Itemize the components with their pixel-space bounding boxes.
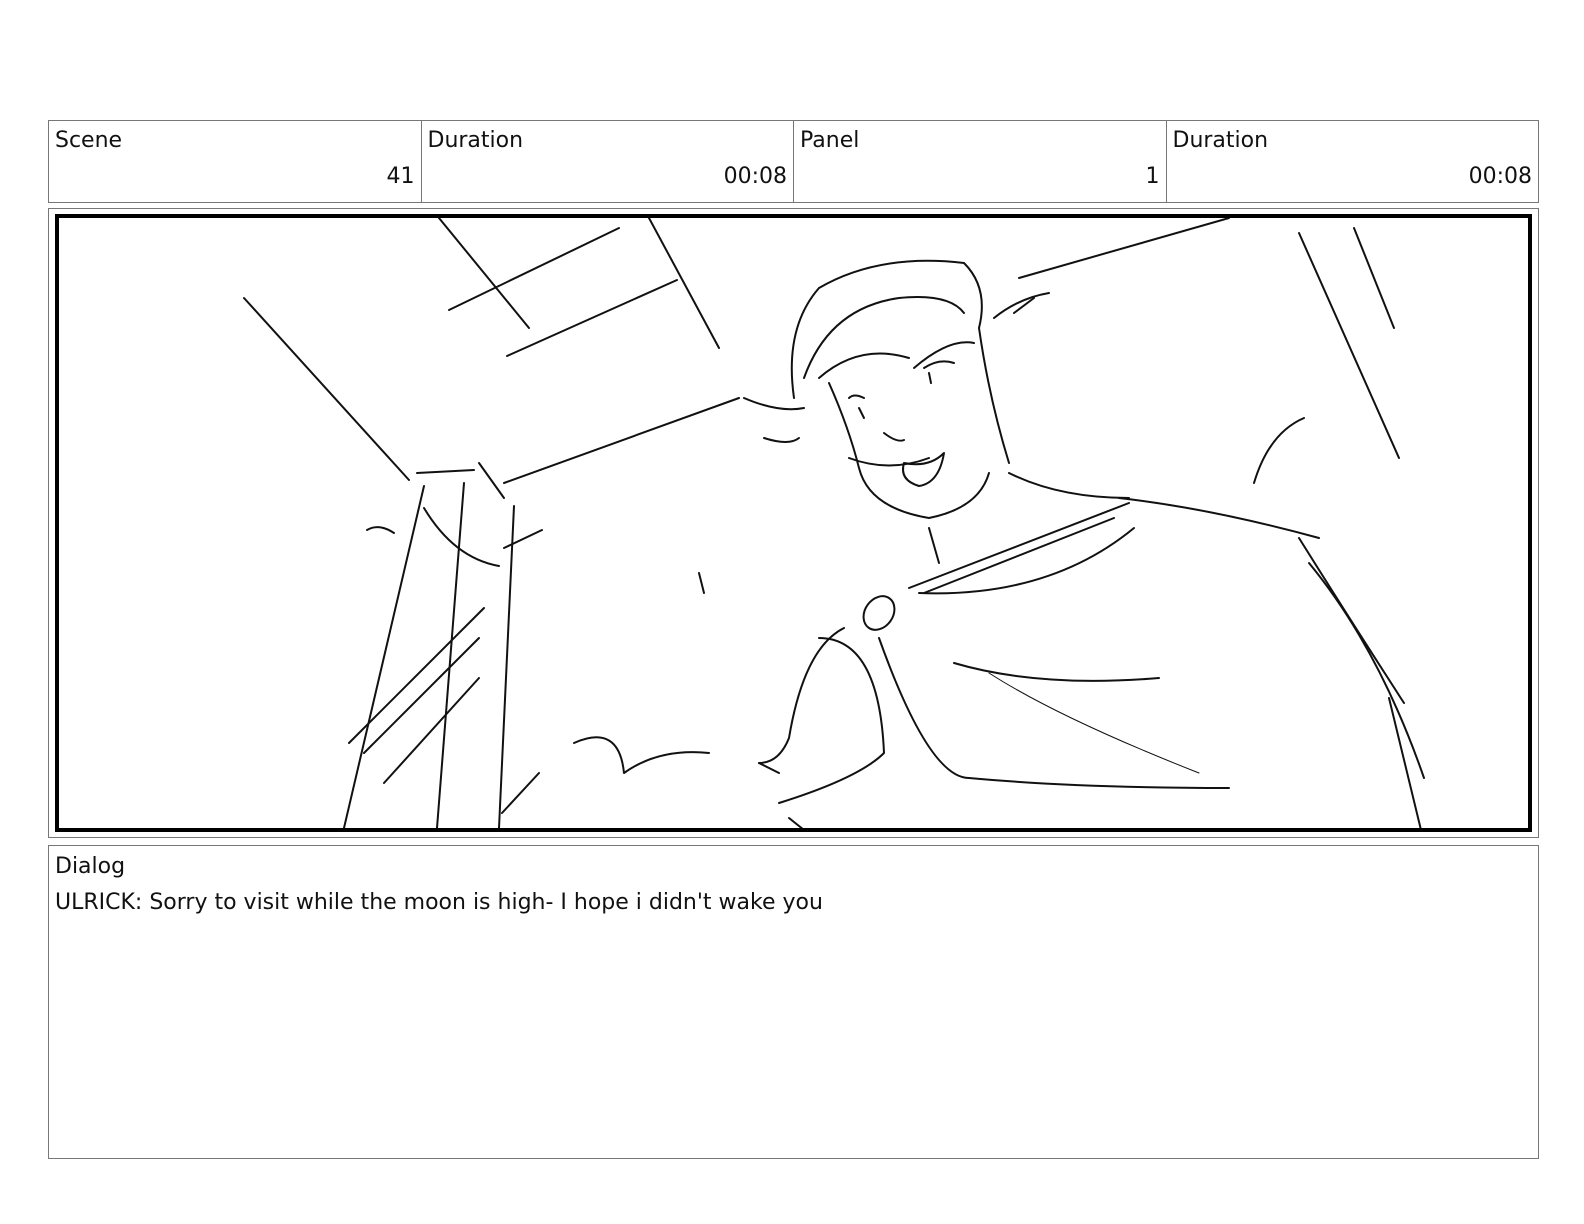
panel-duration-value: 00:08	[1468, 164, 1532, 189]
scene-duration-cell: Duration 00:08	[422, 121, 794, 202]
panel-cell: Panel 1	[794, 121, 1167, 202]
panel-label: Panel	[800, 128, 860, 153]
scene-cell: Scene 41	[49, 121, 422, 202]
dialog-label: Dialog	[55, 854, 126, 879]
dialog-box: Dialog ULRICK: Sorry to visit while the …	[48, 845, 1539, 1159]
scene-duration-value: 00:08	[723, 164, 787, 189]
scene-label: Scene	[55, 128, 123, 153]
sketch-drawing	[243, 218, 1425, 828]
panel-header: Scene 41 Duration 00:08 Panel 1 Duration…	[48, 120, 1539, 203]
dialog-text: ULRICK: Sorry to visit while the moon is…	[55, 890, 823, 915]
panel-number: 1	[1145, 164, 1160, 189]
storyboard-panel-image	[55, 214, 1532, 832]
scene-number: 41	[386, 164, 415, 189]
storyboard-panel-frame	[48, 208, 1539, 838]
scene-duration-label: Duration	[427, 128, 524, 153]
panel-duration-label: Duration	[1172, 128, 1269, 153]
panel-duration-cell: Duration 00:08	[1167, 121, 1539, 202]
